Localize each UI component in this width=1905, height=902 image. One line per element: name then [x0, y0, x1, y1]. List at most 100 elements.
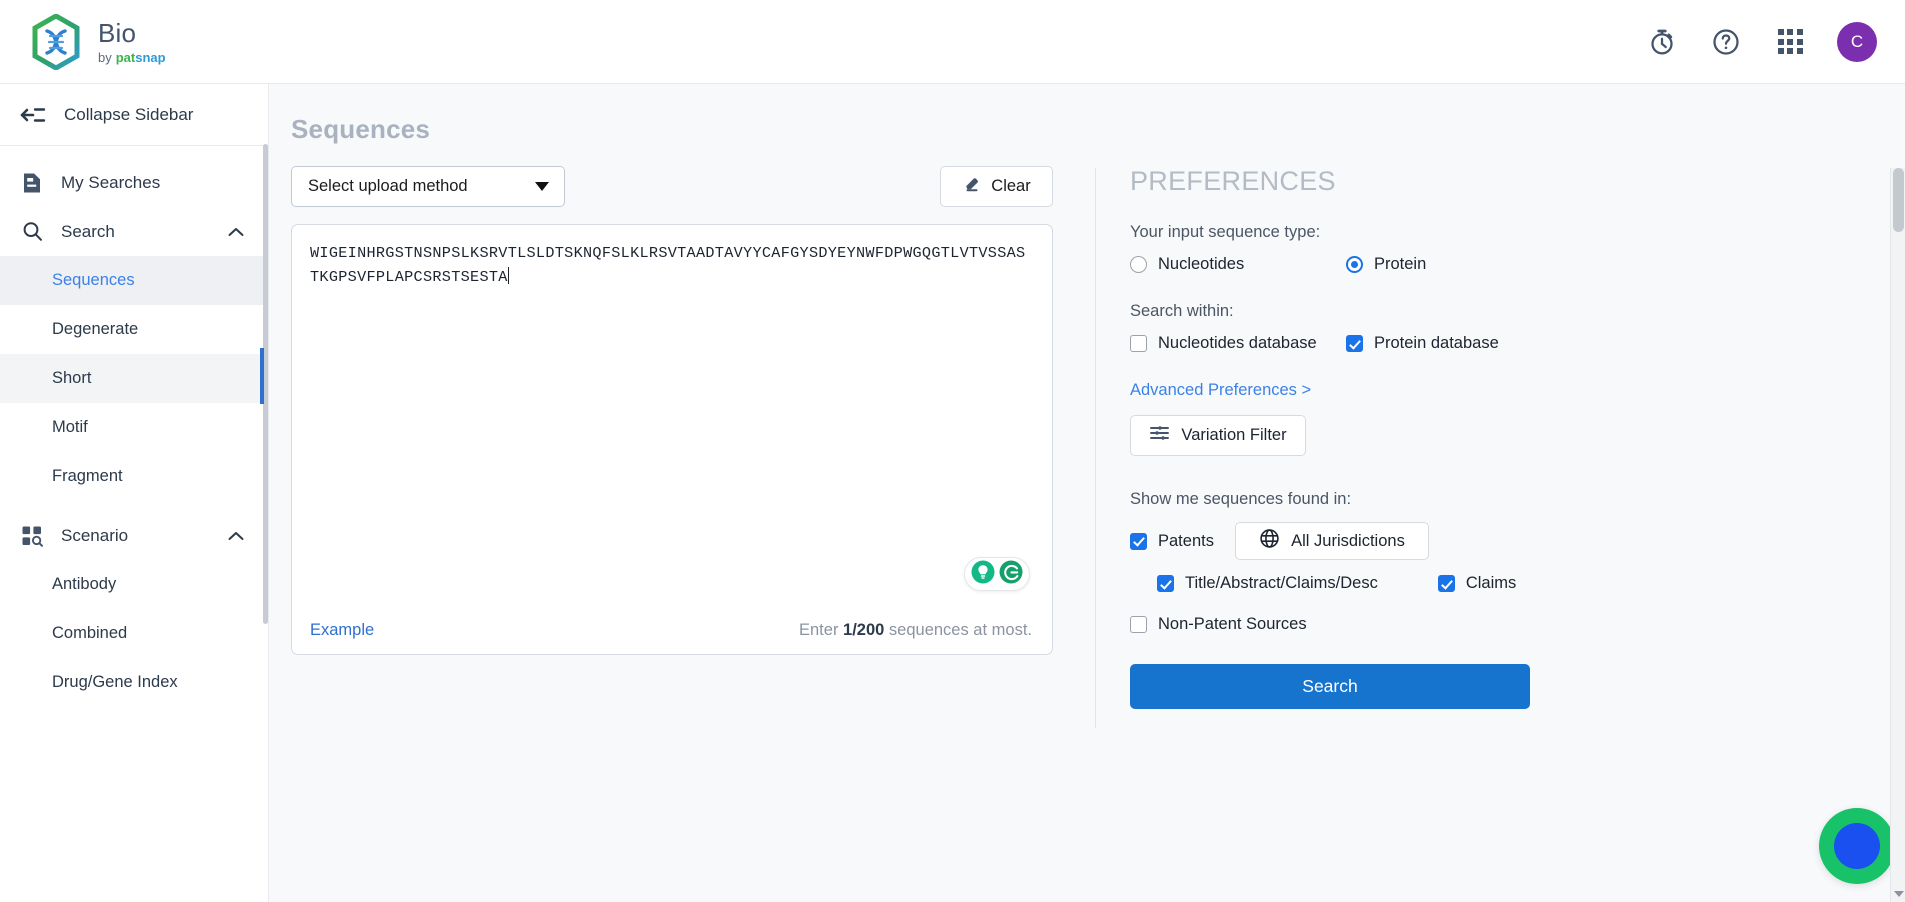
grammarly-widget[interactable] — [964, 557, 1030, 591]
top-bar: Bio by patsnap C — [0, 0, 1905, 84]
checkbox-label: Claims — [1465, 574, 1517, 592]
chevron-down-icon — [535, 182, 549, 191]
sidebar-item-label: Scenario — [61, 525, 129, 545]
checkbox-patents[interactable]: Patents — [1130, 532, 1214, 551]
page-scrollbar-thumb[interactable] — [1893, 168, 1904, 232]
collapse-sidebar-button[interactable]: Collapse Sidebar — [0, 84, 268, 146]
example-link[interactable]: Example — [310, 621, 374, 640]
all-jurisdictions-label: All Jurisdictions — [1291, 531, 1405, 550]
sidebar-item-my-searches[interactable]: My Searches — [0, 158, 268, 207]
checkbox-claims[interactable]: Claims — [1437, 574, 1517, 593]
variation-filter-button[interactable]: Variation Filter — [1130, 415, 1306, 456]
sidebar-item-search[interactable]: Search — [0, 207, 268, 256]
sidebar-item-label: Short — [52, 369, 92, 387]
checkbox-icon — [1130, 335, 1147, 352]
search-icon — [20, 221, 44, 242]
brand-subtitle: by patsnap — [98, 51, 166, 64]
radio-protein[interactable]: Protein — [1346, 255, 1426, 274]
checkbox-title-abstract-claims-desc[interactable]: Title/Abstract/Claims/Desc — [1157, 574, 1378, 593]
eraser-icon — [962, 174, 982, 199]
page-scrollbar[interactable] — [1890, 168, 1905, 902]
chevron-up-icon — [228, 526, 244, 546]
brand-title: Bio — [98, 17, 137, 48]
brand-nap: nap — [142, 49, 166, 65]
main-content: Sequences Select upload method Clear WIG… — [269, 84, 1905, 902]
checkbox-non-patent-sources[interactable]: Non-Patent Sources — [1130, 615, 1307, 634]
checkbox-icon-checked — [1130, 532, 1147, 550]
app-body: Collapse Sidebar My Searches Search Sequ… — [0, 84, 1905, 902]
app-root: Bio by patsnap C Collapse Sidebar My Sea… — [0, 0, 1905, 902]
sidebar-item-scenario[interactable]: Scenario — [0, 511, 268, 560]
collapse-sidebar-label: Collapse Sidebar — [64, 104, 194, 124]
sidebar: Collapse Sidebar My Searches Search Sequ… — [0, 84, 269, 902]
radio-nucleotides[interactable]: Nucleotides — [1130, 255, 1346, 274]
brand-by: by — [98, 49, 112, 65]
brand-logo-group[interactable]: Bio by patsnap — [30, 13, 166, 70]
filter-sliders-icon — [1149, 424, 1170, 447]
upload-method-value: Select upload method — [308, 177, 468, 195]
preferences-title: PREFERENCES — [1130, 166, 1336, 196]
sequence-count-text: Enter 1/200 sequences at most. — [799, 621, 1032, 640]
clear-label: Clear — [991, 177, 1031, 195]
checkbox-label: Non-Patent Sources — [1158, 615, 1307, 633]
sidebar-item-label: Degenerate — [52, 320, 139, 338]
document-icon — [20, 172, 44, 194]
active-item-marker — [260, 348, 264, 404]
sidebar-item-fragment[interactable]: Fragment — [0, 452, 268, 501]
content-columns: Select upload method Clear WIGEINHRGSTNS… — [269, 145, 1905, 902]
grammarly-g-icon[interactable] — [998, 559, 1024, 590]
patent-scope-row: Title/Abstract/Claims/Desc Claims — [1130, 574, 1596, 593]
bio-hexagon-logo-icon — [32, 13, 80, 70]
text-cursor — [507, 267, 510, 284]
sequence-input-column: Select upload method Clear WIGEINHRGSTNS… — [291, 166, 1071, 902]
sidebar-item-label: Search — [61, 221, 115, 241]
search-button[interactable]: Search — [1130, 664, 1530, 709]
sidebar-item-sequences[interactable]: Sequences — [0, 256, 268, 305]
checkbox-label: Nucleotides database — [1158, 334, 1317, 352]
stopwatch-icon[interactable] — [1645, 25, 1679, 59]
input-type-radio-group: Nucleotides Protein — [1130, 255, 1596, 274]
brand-text: Bio by patsnap — [98, 20, 166, 64]
radio-icon — [1130, 256, 1147, 273]
count-prefix: Enter — [799, 621, 844, 639]
clear-button[interactable]: Clear — [940, 166, 1053, 207]
scroll-down-arrow-icon[interactable] — [1894, 891, 1904, 897]
avatar[interactable]: C — [1837, 21, 1877, 62]
sidebar-item-label: Drug/Gene Index — [52, 673, 178, 691]
top-bar-actions: C — [1645, 21, 1877, 62]
checkbox-protein-database[interactable]: Protein database — [1346, 334, 1499, 353]
scenario-icon — [20, 525, 44, 547]
database-checkbox-group: Nucleotides database Protein database — [1130, 334, 1596, 353]
checkbox-label: Patents — [1158, 531, 1214, 550]
sidebar-nav: My Searches Search Sequences Degenerate … — [0, 146, 268, 707]
checkbox-icon — [1130, 616, 1147, 633]
radio-label: Protein — [1374, 255, 1427, 273]
all-jurisdictions-button[interactable]: All Jurisdictions — [1234, 522, 1429, 560]
search-within-label: Search within: — [1130, 302, 1234, 320]
sidebar-item-antibody[interactable]: Antibody — [0, 560, 268, 609]
sidebar-item-combined[interactable]: Combined — [0, 609, 268, 658]
page-title: Sequences — [291, 114, 431, 144]
checkbox-label: Title/Abstract/Claims/Desc — [1185, 574, 1378, 592]
variation-filter-label: Variation Filter — [1181, 426, 1287, 444]
help-circle-icon[interactable] — [1709, 25, 1743, 59]
sidebar-item-degenerate[interactable]: Degenerate — [0, 305, 268, 354]
advanced-preferences-link[interactable]: Advanced Preferences > — [1130, 381, 1311, 400]
collapse-sidebar-icon — [20, 107, 46, 122]
sidebar-item-drug-gene-index[interactable]: Drug/Gene Index — [0, 658, 268, 707]
sidebar-item-label: Motif — [52, 418, 88, 436]
sidebar-item-short[interactable]: Short — [0, 354, 268, 403]
bulb-icon[interactable] — [970, 559, 996, 590]
chevron-up-icon — [228, 222, 244, 242]
apps-grid-icon[interactable] — [1773, 25, 1807, 59]
input-type-label: Your input sequence type: — [1130, 223, 1321, 241]
patents-row: Patents All Jurisdictions — [1130, 522, 1596, 560]
chat-support-bubble[interactable] — [1819, 808, 1895, 884]
upload-method-select[interactable]: Select upload method — [291, 166, 565, 207]
chat-bubble-inner-icon — [1834, 823, 1880, 869]
sidebar-item-motif[interactable]: Motif — [0, 403, 268, 452]
sequence-textarea[interactable]: WIGEINHRGSTNSNPSLKSRVTLSLDTSKNQFSLKLRSVT… — [291, 224, 1053, 655]
checkbox-nucleotides-database[interactable]: Nucleotides database — [1130, 334, 1346, 353]
count-value: 1/200 — [843, 621, 885, 639]
